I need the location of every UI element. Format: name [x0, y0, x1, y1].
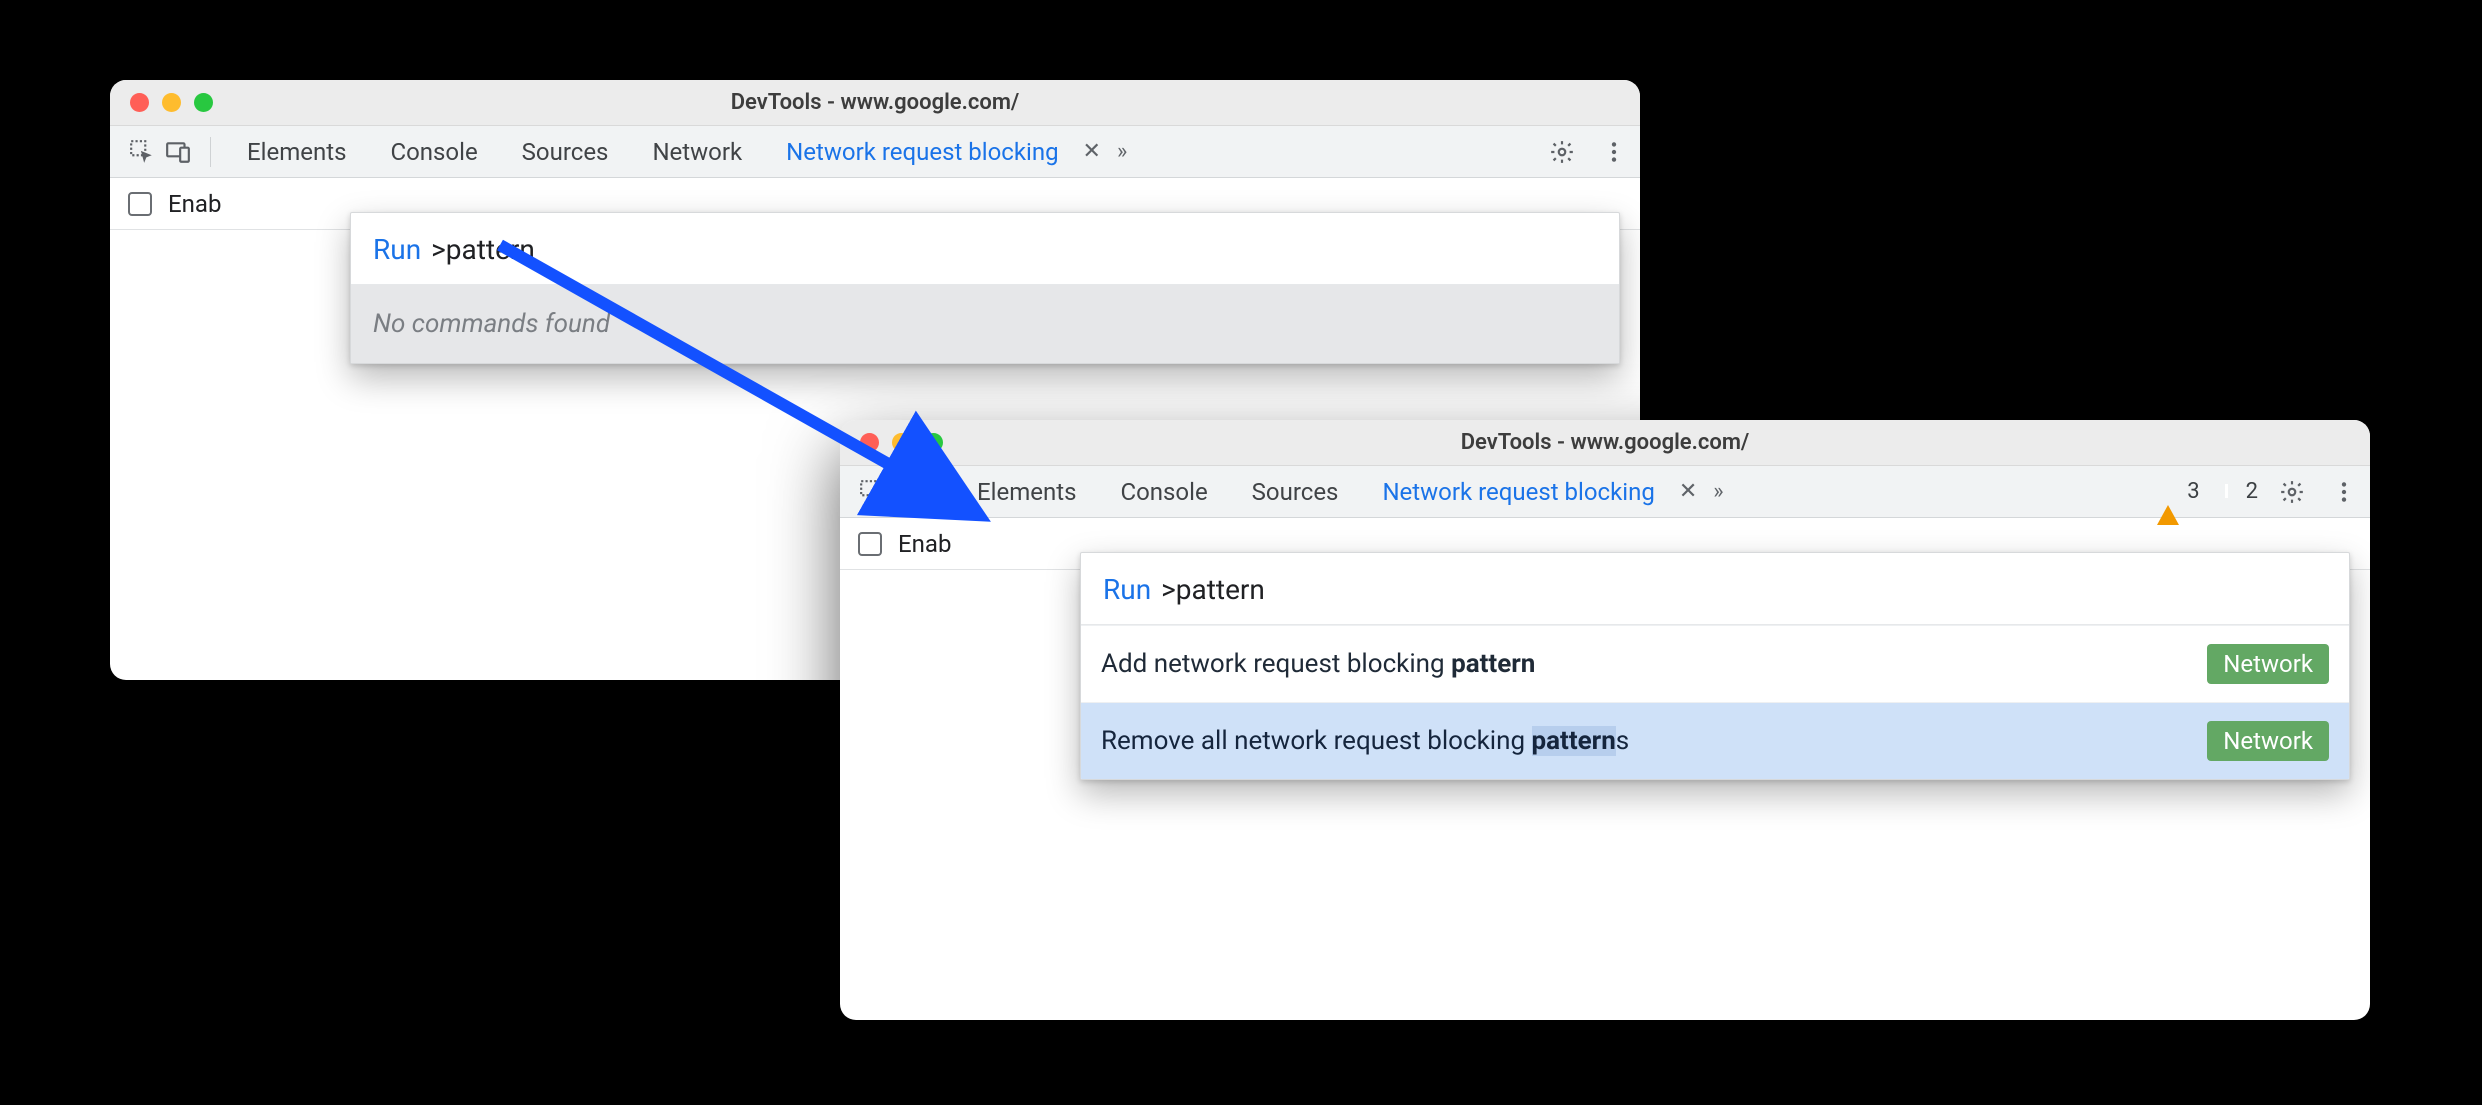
enable-blocking-checkbox[interactable]: [128, 192, 152, 216]
zoom-window-button[interactable]: [194, 93, 213, 112]
close-window-button[interactable]: [860, 433, 879, 452]
tab-console[interactable]: Console: [1098, 466, 1229, 517]
command-palette-input[interactable]: Run >pattern: [351, 213, 1619, 285]
close-window-button[interactable]: [130, 93, 149, 112]
titlebar[interactable]: DevTools - www.google.com/: [840, 420, 2370, 466]
command-item-label: Remove all network request blocking patt…: [1101, 726, 1629, 756]
issues-count: 2: [2246, 479, 2258, 504]
tab-elements[interactable]: Elements: [955, 466, 1098, 517]
devtools-toolbar: Elements Console Sources Network request…: [840, 466, 2370, 518]
minimize-window-button[interactable]: [892, 433, 911, 452]
tab-network-request-blocking[interactable]: Network request blocking: [1360, 466, 1676, 517]
command-item-add-pattern[interactable]: Add network request blocking pattern Net…: [1081, 625, 2349, 702]
tab-console[interactable]: Console: [368, 126, 499, 177]
warnings-count: 3: [2187, 479, 2199, 504]
command-category-pill: Network: [2207, 644, 2329, 684]
close-tab-icon[interactable]: ✕: [1081, 139, 1107, 164]
tab-elements[interactable]: Elements: [225, 126, 368, 177]
window-controls: [110, 93, 213, 112]
command-category-pill: Network: [2207, 721, 2329, 761]
command-palette: Run >pattern Add network request blockin…: [1080, 552, 2350, 780]
command-item-remove-all-patterns[interactable]: Remove all network request blocking patt…: [1081, 702, 2349, 779]
kebab-menu-icon[interactable]: [1596, 134, 1632, 170]
gear-icon[interactable]: [1544, 134, 1580, 170]
tab-network-request-blocking[interactable]: Network request blocking: [764, 126, 1080, 177]
tab-network[interactable]: Network: [630, 126, 764, 177]
run-label: Run: [1103, 573, 1151, 606]
more-tabs-icon[interactable]: »: [1107, 139, 1137, 164]
warnings-badge[interactable]: 3: [2157, 479, 2199, 504]
issues-icon: [2216, 480, 2240, 504]
more-tabs-icon[interactable]: »: [1703, 479, 1733, 504]
command-query: >pattern: [1161, 573, 1265, 606]
issues-badge[interactable]: 2: [2216, 479, 2258, 504]
enable-blocking-checkbox[interactable]: [858, 532, 882, 556]
minimize-window-button[interactable]: [162, 93, 181, 112]
titlebar[interactable]: DevTools - www.google.com/: [110, 80, 1640, 126]
inspect-element-icon[interactable]: [124, 134, 160, 170]
tab-sources[interactable]: Sources: [1230, 466, 1361, 517]
gear-icon[interactable]: [2274, 474, 2310, 510]
no-commands-message: No commands found: [351, 285, 1619, 363]
zoom-window-button[interactable]: [924, 433, 943, 452]
command-item-label: Add network request blocking pattern: [1101, 649, 1535, 679]
window-title: DevTools - www.google.com/: [840, 430, 2370, 455]
enable-blocking-label: Enab: [898, 530, 951, 558]
device-toolbar-icon[interactable]: [160, 134, 196, 170]
window-controls: [840, 433, 943, 452]
enable-blocking-label: Enab: [168, 190, 221, 218]
device-toolbar-icon[interactable]: [890, 474, 926, 510]
command-palette: Run >pattern No commands found: [350, 212, 1620, 364]
window-title: DevTools - www.google.com/: [110, 90, 1640, 115]
command-palette-input[interactable]: Run >pattern: [1081, 553, 2349, 625]
close-tab-icon[interactable]: ✕: [1677, 479, 1703, 504]
command-query: >pattern: [431, 233, 535, 266]
inspect-element-icon[interactable]: [854, 474, 890, 510]
devtools-window-after: DevTools - www.google.com/ Elements Cons…: [840, 420, 2370, 1020]
tab-sources[interactable]: Sources: [500, 126, 631, 177]
run-label: Run: [373, 233, 421, 266]
kebab-menu-icon[interactable]: [2326, 474, 2362, 510]
devtools-toolbar: Elements Console Sources Network Network…: [110, 126, 1640, 178]
warning-icon: [2157, 480, 2181, 504]
